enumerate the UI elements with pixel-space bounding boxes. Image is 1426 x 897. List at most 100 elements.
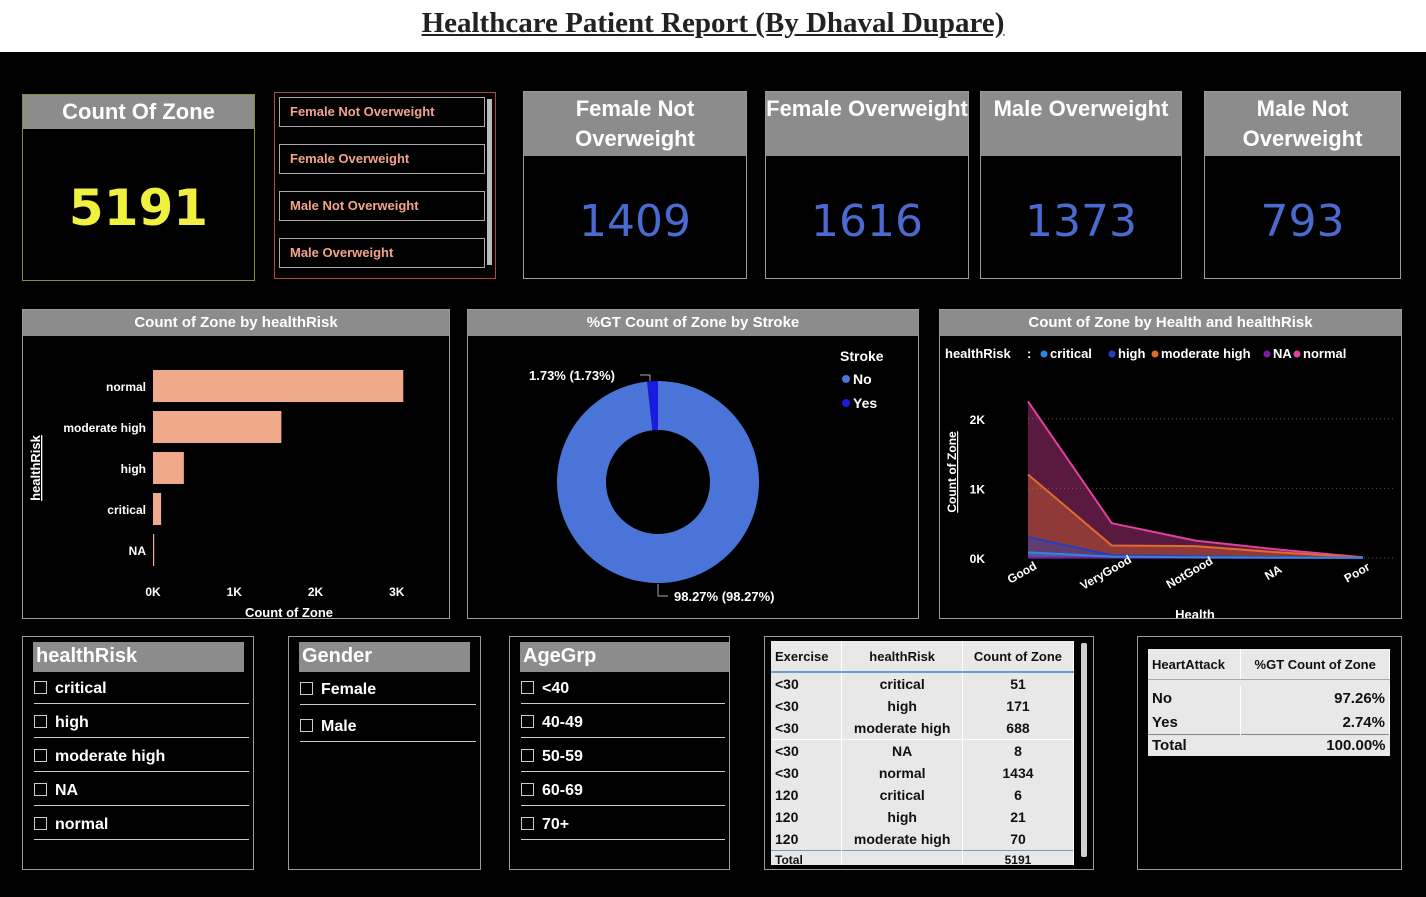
legend-item: NA: [1273, 346, 1292, 361]
checkbox[interactable]: [521, 817, 534, 830]
table-header[interactable]: healthRisk: [841, 641, 963, 673]
filter-option[interactable]: critical: [34, 680, 249, 704]
bar[interactable]: [153, 534, 155, 566]
table-cell: <30: [771, 672, 843, 695]
checkbox[interactable]: [34, 749, 47, 762]
table-header[interactable]: Count of Zone: [962, 641, 1074, 673]
table-total-cell: Total: [771, 850, 843, 865]
filter-option[interactable]: 40-49: [521, 714, 725, 738]
table-header[interactable]: Exercise: [771, 641, 843, 673]
table-cell: 120: [771, 806, 843, 828]
y-tick-label: NA: [129, 544, 147, 558]
table-cell: Yes: [1148, 710, 1242, 735]
table-cell: 1434: [962, 762, 1074, 784]
heart-table-wrap: HeartAttack %GT Count of Zone No 97.26% Yes 2…: [1148, 649, 1390, 756]
exercise-table-visual: Exercise healthRisk Count of Zone <30 critic…: [764, 636, 1094, 870]
checkbox[interactable]: [521, 681, 534, 694]
table-scrollbar[interactable]: [1081, 643, 1087, 857]
table-cell: 120: [771, 784, 843, 806]
heartattack-table-visual: HeartAttack %GT Count of Zone No 97.26% Yes 2…: [1137, 636, 1402, 870]
table-cell: 70: [962, 828, 1074, 851]
checkbox[interactable]: [34, 817, 47, 830]
slicer-scrollbar[interactable]: [487, 99, 492, 265]
table-cell: 171: [962, 695, 1074, 717]
table-header[interactable]: %GT Count of Zone: [1240, 649, 1390, 680]
kpi-value: 1409: [579, 196, 691, 247]
slicer-item[interactable]: Female Not Overweight: [279, 97, 485, 127]
y-axis-title: healthRisk: [28, 434, 43, 501]
checkbox[interactable]: [521, 783, 534, 796]
kpi-title: Female Overweight: [766, 92, 968, 156]
y-tick-label: moderate high: [63, 421, 146, 435]
slicer-item[interactable]: Female Overweight: [279, 144, 485, 174]
filter-option[interactable]: moderate high: [34, 748, 249, 772]
slicer-item[interactable]: Male Not Overweight: [279, 191, 485, 221]
legend-item: high: [1118, 346, 1145, 361]
table-row: 120 critical 6: [771, 784, 1074, 806]
filter-option-label: normal: [55, 816, 109, 833]
area-chart-plot: 2K1K0K Good VeryGood NotGood NA PoorHealthCou…: [945, 346, 1393, 618]
table-cell: normal: [841, 762, 963, 784]
checkbox[interactable]: [300, 719, 313, 732]
filter-option[interactable]: normal: [34, 816, 249, 840]
filter-option-label: 40-49: [542, 714, 583, 731]
bar[interactable]: [153, 452, 184, 484]
table-cell: NA: [841, 739, 963, 762]
table-cell: moderate high: [841, 828, 963, 851]
stroke-donut-chart: %GT Count of Zone by Stroke 1.73% (1.73%…: [467, 309, 919, 619]
table-total-cell: 5191: [962, 850, 1074, 865]
table-row: No 97.26%: [1148, 686, 1390, 710]
legend-marker: [1108, 350, 1116, 358]
health-area-chart: Count of Zone by Health and healthRisk 2…: [939, 309, 1402, 619]
filter-option[interactable]: NA: [34, 782, 249, 806]
filter-option[interactable]: 70+: [521, 816, 725, 840]
table-row: Yes 2.74%: [1148, 710, 1390, 735]
filter-option[interactable]: 50-59: [521, 748, 725, 772]
count-card: Count Of Zone 5191: [22, 94, 255, 281]
legend-marker: [842, 399, 850, 407]
count-card-title: Count Of Zone: [23, 95, 254, 129]
checkbox[interactable]: [521, 715, 534, 728]
legend-item: critical: [1050, 346, 1092, 361]
checkbox[interactable]: [34, 681, 47, 694]
y-tick-label: 1K: [970, 482, 986, 496]
legend-item: Yes: [853, 395, 877, 411]
bar[interactable]: [153, 411, 282, 443]
area-chart-title: Count of Zone by Health and healthRisk: [940, 310, 1401, 336]
checkbox[interactable]: [521, 749, 534, 762]
slicer-item[interactable]: Male Overweight: [279, 238, 485, 268]
heartattack-table: HeartAttack %GT Count of Zone No 97.26% Yes 2…: [1148, 649, 1390, 756]
category-slicer[interactable]: Female Not Overweight Female Overweight Ma…: [274, 92, 496, 279]
filter-option[interactable]: 60-69: [521, 782, 725, 806]
donut-slice[interactable]: [557, 381, 759, 583]
checkbox[interactable]: [300, 682, 313, 695]
bar[interactable]: [153, 370, 404, 402]
legend-marker: [842, 375, 850, 383]
table-header[interactable]: HeartAttack: [1148, 649, 1242, 680]
legend-marker: [1151, 350, 1159, 358]
filter-option[interactable]: <40: [521, 680, 725, 704]
bar[interactable]: [153, 493, 162, 525]
legend-marker: [1263, 350, 1271, 358]
checkbox[interactable]: [34, 715, 47, 728]
y-tick-label: critical: [107, 503, 146, 517]
x-tick-label: 0K: [145, 585, 161, 599]
filter-option[interactable]: high: [34, 714, 249, 738]
kpi-card: Male Not Overweight 793: [1204, 91, 1401, 279]
legend-item: No: [853, 371, 872, 387]
filter-option[interactable]: Female: [300, 681, 476, 705]
gender-filter-title: Gender: [299, 642, 470, 672]
legend-title: Stroke: [840, 348, 884, 364]
healthrisk-filter: healthRisk critical high moderate high NA no…: [22, 636, 254, 870]
exercise-table: Exercise healthRisk Count of Zone <30 critic…: [771, 641, 1074, 865]
filter-option[interactable]: Male: [300, 718, 476, 742]
filter-option-label: high: [55, 714, 89, 731]
dashboard-canvas: Count Of Zone 5191 Female Not Overweight…: [0, 52, 1426, 897]
donut-chart-title: %GT Count of Zone by Stroke: [468, 310, 918, 336]
table-row: <30 critical 51: [771, 672, 1074, 695]
kpi-card: Female Overweight 1616: [765, 91, 969, 279]
filter-option-label: Male: [321, 718, 357, 735]
data-label: 98.27% (98.27%): [674, 589, 774, 604]
legend-marker: [1293, 350, 1301, 358]
checkbox[interactable]: [34, 783, 47, 796]
